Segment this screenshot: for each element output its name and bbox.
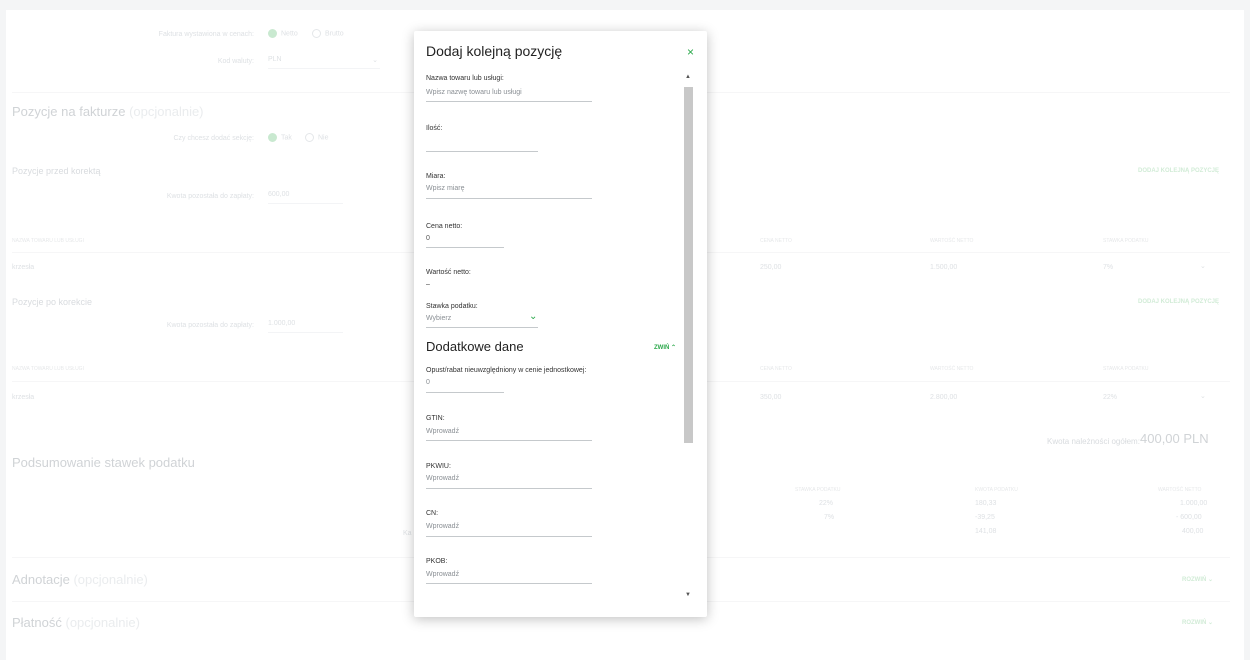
cn-label: CN:: [426, 510, 439, 517]
modal-scrollbar[interactable]: ▲ ▼: [683, 72, 694, 600]
unit-input[interactable]: Wpisz miarę: [426, 185, 465, 192]
unit-label: Miara:: [426, 173, 446, 180]
discount-input[interactable]: 0: [426, 379, 430, 386]
qty-input[interactable]: [426, 151, 538, 152]
close-icon[interactable]: ×: [687, 45, 694, 59]
net-value: –: [426, 281, 430, 288]
net-price-label: Cena netto:: [426, 223, 463, 230]
collapse-link[interactable]: ZWIŃ ⌃: [654, 344, 676, 351]
input-underline: [426, 440, 592, 441]
input-underline: [426, 101, 592, 102]
input-underline: [426, 536, 592, 537]
chevron-up-icon: ⌃: [671, 345, 677, 351]
pkob-input[interactable]: Wprowadź: [426, 571, 459, 578]
add-position-modal: Dodaj kolejną pozycję × Nazwa towaru lub…: [414, 31, 707, 617]
modal-title: Dodaj kolejną pozycję: [426, 43, 563, 59]
input-underline: [426, 488, 592, 489]
pkob-label: PKOB:: [426, 558, 448, 565]
scroll-down-icon[interactable]: ▼: [685, 592, 691, 598]
input-underline: [426, 327, 538, 328]
name-label: Nazwa towaru lub usługi:: [426, 75, 504, 82]
gtin-label: GTIN:: [426, 415, 445, 422]
input-underline: [426, 583, 592, 584]
net-price-input[interactable]: 0: [426, 235, 430, 242]
scroll-up-icon[interactable]: ▲: [685, 74, 691, 80]
input-underline: [426, 247, 504, 248]
tax-rate-label: Stawka podatku:: [426, 303, 478, 310]
net-value-label: Wartość netto:: [426, 269, 471, 276]
gtin-input[interactable]: Wprowadź: [426, 428, 459, 435]
input-underline: [426, 198, 592, 199]
discount-label: Opust/rabat nieuwzględniony w cenie jedn…: [426, 367, 587, 374]
cn-input[interactable]: Wprowadź: [426, 523, 459, 530]
name-input[interactable]: Wpisz nazwę towaru lub usługi: [426, 89, 522, 96]
input-underline: [426, 392, 504, 393]
pkwiu-input[interactable]: Wprowadź: [426, 475, 459, 482]
qty-label: Ilość:: [426, 125, 443, 132]
tax-rate-select[interactable]: Wybierz: [426, 315, 451, 322]
pkwiu-label: PKWIU:: [426, 463, 451, 470]
scrollbar-thumb[interactable]: [684, 87, 693, 443]
chevron-down-icon[interactable]: ⌄: [529, 311, 537, 322]
extra-data-title: Dodatkowe dane: [426, 339, 524, 354]
